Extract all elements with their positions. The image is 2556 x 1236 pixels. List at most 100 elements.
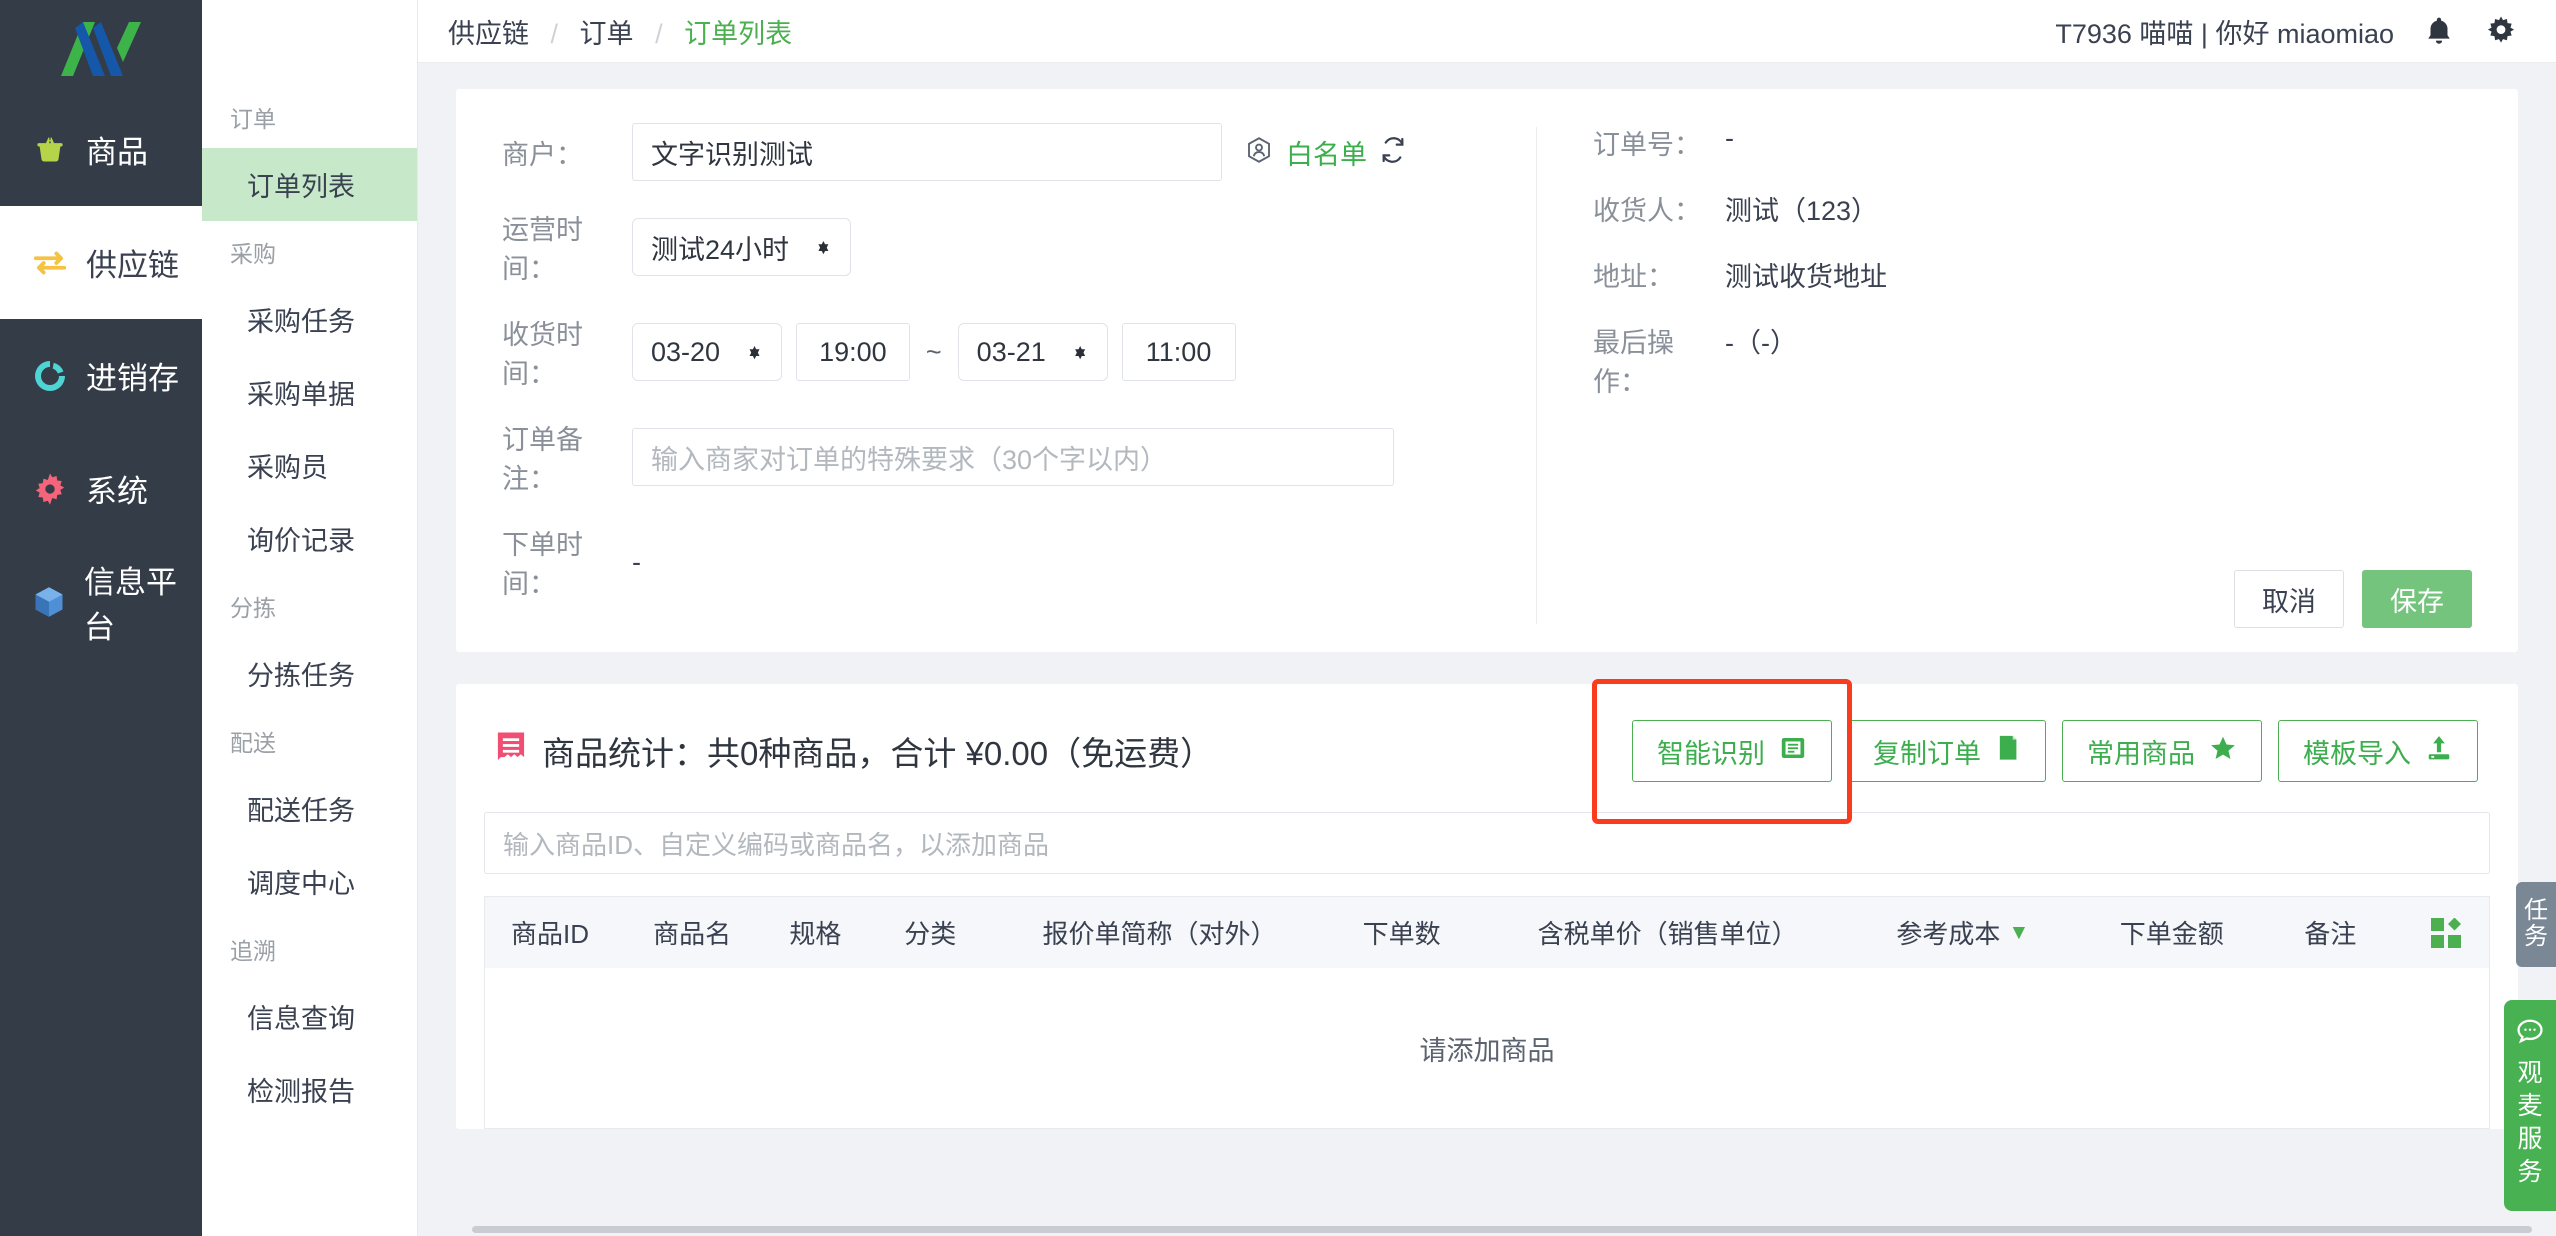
receive-end-date-select[interactable]: 03-21 ▲ ▼ <box>957 323 1108 381</box>
rail-item-inventory[interactable]: 进销存 <box>0 319 202 432</box>
column-order-qty: 下单数 <box>1362 919 1441 949</box>
main-area: 供应链 / 订单 / 订单列表 T7936 喵喵 | 你好 miaomiao 商… <box>418 0 2556 1236</box>
subnav-group-title: 采购 <box>230 241 276 267</box>
sidebar-item-dispatch-center[interactable]: 调度中心 <box>202 845 417 918</box>
sidebar-item-purchase-task[interactable]: 采购任务 <box>202 283 417 356</box>
receive-end-time-input[interactable]: 11:00 <box>1121 323 1236 381</box>
sidebar-item-buyer[interactable]: 采购员 <box>202 429 417 502</box>
goods-search-input[interactable]: 输入商品ID、自定义编码或商品名，以添加商品 <box>484 812 2490 874</box>
rail-item-goods[interactable]: 商品 <box>0 93 202 206</box>
sort-desc-icon[interactable]: ▼ <box>2008 921 2029 945</box>
info-value: - <box>1725 123 1734 153</box>
operating-time-select[interactable]: 测试24小时 ▲ ▼ <box>632 218 851 276</box>
sidebar-item-delivery-task[interactable]: 配送任务 <box>202 772 417 845</box>
sidebar-item-sorting-task[interactable]: 分拣任务 <box>202 637 417 710</box>
operating-time-label: 运营时间： <box>502 215 583 284</box>
frequent-goods-label: 常用商品 <box>2087 738 2195 769</box>
merchant-input[interactable]: 文字识别测试 <box>632 123 1222 181</box>
column-reference-cost-label: 参考成本 <box>1896 919 2001 949</box>
gear-icon[interactable] <box>2484 14 2518 48</box>
order-form-card: 商户： 文字识别测试 白名单 运营时间： 测试24小时 ▲ ▼ 收货时间： 03… <box>456 89 2518 652</box>
subnav-group-title: 分拣 <box>230 595 276 621</box>
form-row-operating-time: 运营时间： 测试24小时 ▲ ▼ <box>502 208 1536 286</box>
copy-order-label: 复制订单 <box>1873 738 1981 769</box>
info-value: -（-） <box>1725 328 1797 358</box>
order-time-label: 下单时间： <box>502 530 583 599</box>
sidebar-item-purchase-doc[interactable]: 采购单据 <box>202 356 417 429</box>
column-reference-cost[interactable]: 参考成本 ▼ <box>1884 914 2107 951</box>
goods-header: 商品统计：共0种商品，合计 ¥0.00（免运费） 智能识别 复制订单 常用商品 … <box>456 679 2518 824</box>
remark-input[interactable]: 输入商家对订单的特殊要求（30个字以内） <box>632 428 1394 486</box>
breadcrumb-root[interactable]: 供应链 <box>448 19 529 49</box>
column-quote-short-name: 报价单简称（对外） <box>1042 919 1277 949</box>
operating-time-value: 测试24小时 <box>651 234 790 265</box>
chat-icon <box>2514 1019 2546 1054</box>
bell-icon[interactable] <box>2422 14 2456 48</box>
column-goods-name: 商品名 <box>653 919 732 949</box>
rail-item-label: 信息平台 <box>84 564 178 645</box>
smart-recognition-button[interactable]: 智能识别 <box>1632 720 1832 782</box>
service-tab[interactable]: 观麦服务 <box>2504 1000 2556 1211</box>
info-label: 地址： <box>1593 262 1674 292</box>
refresh-icon[interactable] <box>1379 136 1407 169</box>
sidebar-item-info-query[interactable]: 信息查询 <box>202 980 417 1053</box>
header-right: T7936 喵喵 | 你好 miaomiao <box>2055 12 2518 51</box>
rail-item-supply-chain[interactable]: 供应链 <box>0 206 202 319</box>
breadcrumb-current: 订单列表 <box>684 18 793 49</box>
logo-icon <box>61 21 141 76</box>
sidebar-item-test-report[interactable]: 检测报告 <box>202 1053 417 1126</box>
info-row-receiver: 收货人： 测试（123） <box>1593 189 2472 228</box>
receive-start-date-select[interactable]: 03-20 ▲ ▼ <box>632 323 782 381</box>
upload-icon <box>2425 734 2453 769</box>
receive-start-time-input[interactable]: 19:00 <box>795 323 910 381</box>
smart-recognition-label: 智能识别 <box>1657 738 1765 769</box>
column-category: 分类 <box>904 919 957 949</box>
rail-item-system[interactable]: 系统 <box>0 432 202 545</box>
form-actions: 取消 保存 <box>1593 560 2472 628</box>
star-icon <box>2209 734 2237 769</box>
cancel-button[interactable]: 取消 <box>2234 570 2344 628</box>
frequent-goods-button[interactable]: 常用商品 <box>2062 720 2262 782</box>
order-info-panel: 订单号： - 收货人： 测试（123） 地址： 测试收货地址 最后操作： -（-… <box>1537 123 2518 628</box>
rail-item-label: 供应链 <box>86 248 179 283</box>
sidebar-item-order-list[interactable]: 订单列表 <box>202 148 417 221</box>
goods-table: 商品ID 商品名 规格 分类 报价单简称（对外） 下单数 含税单价（销售单位） … <box>484 896 2490 1129</box>
sidebar-item-inquiry-record[interactable]: 询价记录 <box>202 502 417 575</box>
receive-start-date-value: 03-20 <box>651 336 721 367</box>
goods-statistics: 商品统计：共0种商品，合计 ¥0.00（免运费） <box>496 727 1213 775</box>
column-settings-icon[interactable] <box>2419 917 2489 948</box>
info-label: 订单号： <box>1593 130 1701 160</box>
inventory-icon <box>30 356 70 396</box>
column-remark: 备注 <box>2304 919 2357 949</box>
scan-icon <box>1779 734 1807 769</box>
subnav-group-title: 追溯 <box>230 938 276 964</box>
task-tab[interactable]: 任务 <box>2516 882 2556 967</box>
save-button[interactable]: 保存 <box>2362 570 2472 628</box>
breadcrumb-separator: / <box>550 18 559 49</box>
rail-item-info-platform[interactable]: 信息平台 <box>0 545 202 658</box>
breadcrumb: 供应链 / 订单 / 订单列表 <box>448 12 792 51</box>
receipt-icon <box>496 731 526 771</box>
app-logo[interactable] <box>0 0 202 93</box>
template-import-button[interactable]: 模板导入 <box>2278 720 2478 782</box>
copy-order-button[interactable]: 复制订单 <box>1848 720 2046 782</box>
time-range-separator: ~ <box>925 336 942 367</box>
column-spec: 规格 <box>789 919 842 949</box>
cube-icon <box>30 582 68 622</box>
form-row-receive-time: 收货时间： 03-20 ▲ ▼ 19:00 ~ 03-21 ▲ ▼ 11:00 <box>502 313 1536 391</box>
subnav-group-title: 配送 <box>230 730 276 756</box>
primary-sidebar: 商品 供应链 进销存 系统 信息平台 <box>0 0 202 1236</box>
rail-item-label: 进销存 <box>86 361 179 396</box>
order-form-left: 商户： 文字识别测试 白名单 运营时间： 测试24小时 ▲ ▼ 收货时间： 03… <box>456 123 1536 628</box>
order-time-value: - <box>632 546 641 577</box>
basket-icon <box>30 130 70 170</box>
breadcrumb-separator: / <box>655 18 663 49</box>
content-area: 商户： 文字识别测试 白名单 运营时间： 测试24小时 ▲ ▼ 收货时间： 03… <box>418 63 2556 1236</box>
breadcrumb-mid[interactable]: 订单 <box>580 19 634 49</box>
goods-actions: 智能识别 复制订单 常用商品 模板导入 <box>1592 679 2478 824</box>
horizontal-scrollbar[interactable] <box>202 1222 2556 1236</box>
spinner-icon: ▲ ▼ <box>815 235 832 258</box>
column-tax-unit-price: 含税单价（销售单位） <box>1537 919 1798 949</box>
whitelist-button[interactable]: 白名单 <box>1286 133 1367 172</box>
info-label: 收货人： <box>1593 196 1701 226</box>
